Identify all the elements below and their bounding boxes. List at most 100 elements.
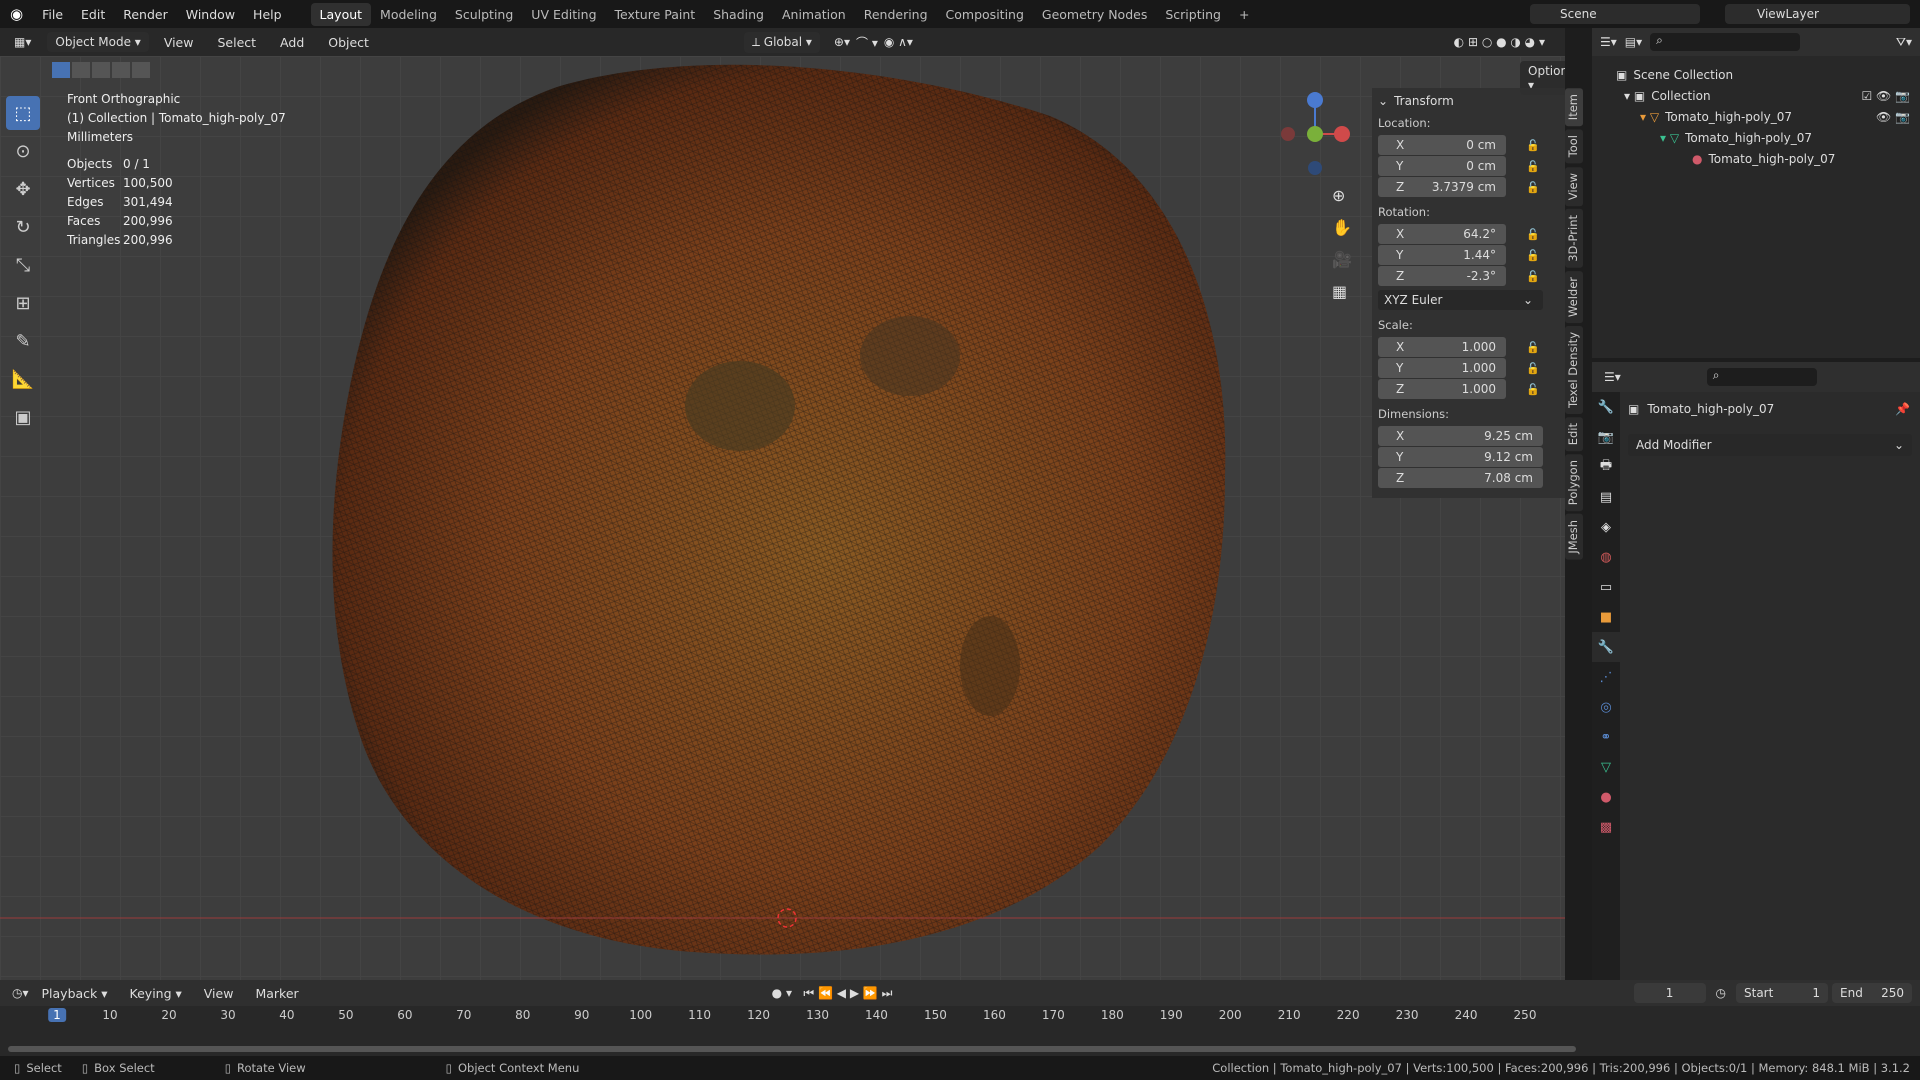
mode-dropdown[interactable]: Object Mode ▾ bbox=[47, 32, 149, 52]
scene-selector[interactable]: Scene bbox=[1530, 4, 1700, 24]
field-box[interactable]: Z 1.000 bbox=[1378, 379, 1506, 399]
pivot-icon[interactable]: ⊕▾ bbox=[834, 35, 850, 49]
grid-icon[interactable]: ▦ bbox=[1332, 276, 1352, 308]
menu-file[interactable]: File bbox=[33, 7, 72, 22]
menu-select[interactable]: Select bbox=[208, 35, 265, 50]
location-field-x[interactable]: X 0 cm 🔓 bbox=[1378, 135, 1559, 155]
particles-icon[interactable]: ⋰ bbox=[1592, 662, 1620, 692]
select-box-tool-icon[interactable]: ⬚ bbox=[6, 96, 40, 130]
tab-geometry-nodes[interactable]: Geometry Nodes bbox=[1033, 3, 1156, 26]
object-props-icon[interactable]: ■ bbox=[1592, 602, 1620, 632]
tab-rendering[interactable]: Rendering bbox=[855, 3, 937, 26]
menu-help[interactable]: Help bbox=[244, 7, 291, 22]
sidebar-tab-view[interactable]: View bbox=[1565, 166, 1583, 206]
zoom-icon[interactable]: ⊕ bbox=[1332, 180, 1352, 212]
camera-icon[interactable]: 🎥 bbox=[1332, 244, 1352, 276]
tab-shading[interactable]: Shading bbox=[704, 3, 773, 26]
texture-props-icon[interactable]: ▩ bbox=[1592, 812, 1620, 842]
outliner-material[interactable]: ● Tomato_high-poly_07 bbox=[1616, 148, 1920, 169]
scale-field-z[interactable]: Z 1.000 🔓 bbox=[1378, 379, 1559, 399]
sidebar-tab-jmesh[interactable]: JMesh bbox=[1565, 514, 1583, 560]
add-modifier-dropdown[interactable]: Add Modifier ⌄ bbox=[1628, 434, 1912, 456]
render-props-icon[interactable]: 📷 bbox=[1592, 422, 1620, 452]
field-box[interactable]: X 0 cm bbox=[1378, 135, 1506, 155]
tab-modeling[interactable]: Modeling bbox=[371, 3, 446, 26]
viewport-nav-buttons[interactable]: ⊕ ✋ 🎥 ▦ bbox=[1332, 180, 1352, 308]
lock-icon[interactable]: 🔓 bbox=[1526, 383, 1540, 396]
lock-icon[interactable]: 🔓 bbox=[1526, 139, 1540, 152]
dimensions-field-z[interactable]: Z 7.08 cm bbox=[1378, 468, 1559, 488]
lock-icon[interactable]: 🔓 bbox=[1526, 160, 1540, 173]
timeline-scrollbar[interactable] bbox=[8, 1046, 1576, 1052]
scene-props-icon[interactable]: ◈ bbox=[1592, 512, 1620, 542]
rotation-mode-dropdown[interactable]: XYZ Euler ⌄ bbox=[1378, 290, 1543, 310]
pin-icon[interactable]: 📌 bbox=[1895, 402, 1910, 416]
visibility-icons[interactable]: 👁 📷 bbox=[1876, 110, 1910, 124]
collapse-chevron-icon[interactable]: ⌄ bbox=[1378, 94, 1388, 108]
rotation-field-y[interactable]: Y 1.44° 🔓 bbox=[1378, 245, 1559, 265]
scale-field-y[interactable]: Y 1.000 🔓 bbox=[1378, 358, 1559, 378]
tab-compositing[interactable]: Compositing bbox=[937, 3, 1033, 26]
add-workspace-icon[interactable]: + bbox=[1230, 3, 1258, 26]
view-layer-selector[interactable]: ViewLayer bbox=[1725, 4, 1910, 24]
field-box[interactable]: X 1.000 bbox=[1378, 337, 1506, 357]
view-layer-icon[interactable]: ▤ bbox=[1592, 482, 1620, 512]
dimensions-field-x[interactable]: X 9.25 cm bbox=[1378, 426, 1559, 446]
field-box[interactable]: Z 7.08 cm bbox=[1378, 468, 1543, 488]
lock-icon[interactable]: 🔓 bbox=[1526, 362, 1540, 375]
start-frame-field[interactable]: Start 1 bbox=[1736, 983, 1828, 1003]
lock-icon[interactable]: 🔓 bbox=[1526, 228, 1540, 241]
location-field-z[interactable]: Z 3.7379 cm 🔓 bbox=[1378, 177, 1559, 197]
output-props-icon[interactable]: 🖶 bbox=[1592, 452, 1620, 482]
constraints-icon[interactable]: ⚭ bbox=[1592, 722, 1620, 752]
sidebar-tab-tool[interactable]: Tool bbox=[1565, 129, 1583, 164]
lock-icon[interactable]: 🔓 bbox=[1526, 341, 1540, 354]
outliner-collection[interactable]: ▾ ▣ Collection ☑ 👁 📷 bbox=[1616, 85, 1920, 106]
sidebar-tab-texel-density[interactable]: Texel Density bbox=[1565, 325, 1583, 414]
blender-logo-icon[interactable]: ◉ bbox=[0, 5, 33, 23]
orientation-dropdown[interactable]: ⟂ Global ▾ bbox=[743, 31, 820, 53]
field-box[interactable]: Z -2.3° bbox=[1378, 266, 1506, 286]
3d-viewport[interactable]: Front Orthographic (1) Collection | Toma… bbox=[0, 56, 1565, 980]
properties-search-input[interactable]: ⌕ bbox=[1706, 368, 1817, 386]
world-props-icon[interactable]: ◍ bbox=[1592, 542, 1620, 572]
filter-icon[interactable]: ⛛▾ bbox=[1896, 35, 1912, 50]
menu-object[interactable]: Object bbox=[319, 35, 378, 50]
tool-props-icon[interactable]: 🔧 bbox=[1592, 392, 1620, 422]
field-box[interactable]: Y 9.12 cm bbox=[1378, 447, 1543, 467]
scale-field-x[interactable]: X 1.000 🔓 bbox=[1378, 337, 1559, 357]
dimensions-field-y[interactable]: Y 9.12 cm bbox=[1378, 447, 1559, 467]
current-frame-field[interactable]: 1 bbox=[1633, 983, 1706, 1003]
menu-add[interactable]: Add bbox=[271, 35, 313, 50]
location-field-y[interactable]: Y 0 cm 🔓 bbox=[1378, 156, 1559, 176]
sidebar-tab-polygon[interactable]: Polygon bbox=[1565, 454, 1583, 512]
outliner-search-input[interactable]: ⌕ bbox=[1650, 33, 1801, 51]
field-box[interactable]: X 9.25 cm bbox=[1378, 426, 1543, 446]
navigation-gizmo[interactable] bbox=[1270, 88, 1350, 178]
outliner-mesh[interactable]: ▾ ▽ Tomato_high-poly_07 bbox=[1616, 127, 1920, 148]
sidebar-tab-welder[interactable]: Welder bbox=[1565, 270, 1583, 323]
display-mode-icon[interactable]: ▤▾ bbox=[1625, 35, 1642, 49]
rotation-field-x[interactable]: X 64.2° 🔓 bbox=[1378, 224, 1559, 244]
rotation-field-z[interactable]: Z -2.3° 🔓 bbox=[1378, 266, 1559, 286]
select-mode-buttons[interactable] bbox=[52, 62, 150, 78]
tab-sculpting[interactable]: Sculpting bbox=[446, 3, 522, 26]
tab-uv-editing[interactable]: UV Editing bbox=[522, 3, 605, 26]
visibility-icons[interactable]: ☑ 👁 📷 bbox=[1861, 89, 1910, 103]
move-tool-icon[interactable]: ✥ bbox=[6, 172, 40, 206]
field-box[interactable]: Y 1.44° bbox=[1378, 245, 1506, 265]
data-props-icon[interactable]: ▽ bbox=[1592, 752, 1620, 782]
lock-icon[interactable]: 🔓 bbox=[1526, 249, 1540, 262]
menu-edit[interactable]: Edit bbox=[72, 7, 114, 22]
proportional-icon[interactable]: ◉ ∧▾ bbox=[884, 35, 913, 49]
annotate-tool-icon[interactable]: ✎ bbox=[6, 324, 40, 358]
collection-props-icon[interactable]: ▭ bbox=[1592, 572, 1620, 602]
modifier-props-icon[interactable]: 🔧 bbox=[1592, 632, 1620, 662]
sidebar-tab-3d-print[interactable]: 3D-Print bbox=[1565, 208, 1583, 268]
measure-tool-icon[interactable]: 📐 bbox=[6, 362, 40, 396]
physics-icon[interactable]: ◎ bbox=[1592, 692, 1620, 722]
tab-layout[interactable]: Layout bbox=[310, 2, 372, 26]
tab-animation[interactable]: Animation bbox=[773, 3, 855, 26]
outliner-object[interactable]: ▾ ▽ Tomato_high-poly_07 👁 📷 bbox=[1616, 106, 1920, 127]
field-box[interactable]: Y 0 cm bbox=[1378, 156, 1506, 176]
